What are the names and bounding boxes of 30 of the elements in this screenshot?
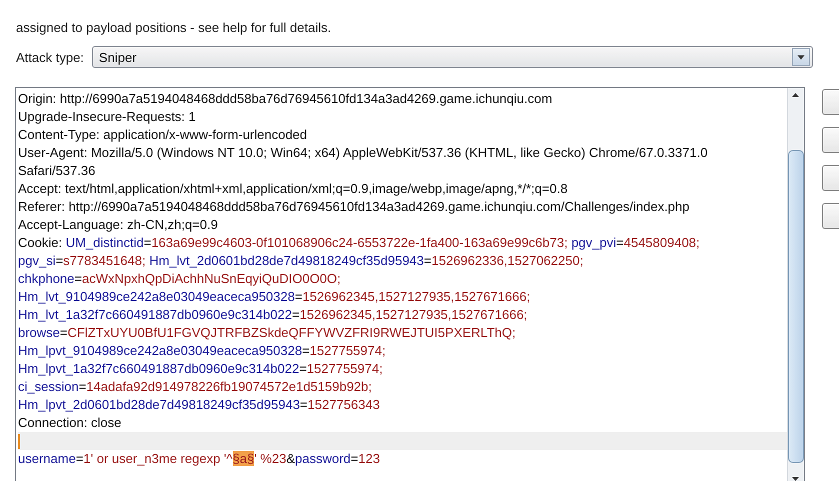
request-line: Hm_lpvt_1a32f7c660491887db0960e9c314b022=1527755974; [18, 360, 384, 378]
request-line: ci_session=14adafa92d914978226fb19074572e1d5159b92b; [18, 378, 373, 396]
request-line: Safari/537.36 [18, 162, 96, 180]
intro-text: assigned to payload positions - see help for full details. [15, 19, 332, 37]
request-line: Hm_lvt_1a32f7c660491887db0960e9c314b022=1526962345,1527127935,1527671666; [18, 306, 528, 324]
request-line: Hm_lvt_9104989ce242a8e03049eaceca950328=1526962345,1527127935,1527671666; [18, 288, 532, 306]
request-line: browse=CFlZTxUYU0BfU1FGVQJTRFBZSkdeQFFYWVZFRI9RWEJTUI5PXERLThQ; [18, 324, 517, 342]
request-line: Hm_lpvt_2d0601bd28de7d49818249cf35d95943=1527756343 [18, 396, 381, 414]
text-cursor [18, 434, 20, 448]
request-line: Upgrade-Insecure-Requests: 1 [18, 108, 197, 126]
request-line: Cookie: UM_distinctid=163a69e99c4603-0f101068906c24-6553722e-1fa400-163a69e99c6b73; pgv_pvi=4545809408; [18, 234, 701, 252]
request-line: Referer: http://6990a7a5194048468ddd58ba76d76945610fd134a3ad4269.game.ichunqiu.com/Challenges/index.php [18, 198, 690, 216]
request-line: Content-Type: application/x-www-form-urlencoded [18, 126, 308, 144]
request-line: User-Agent: Mozilla/5.0 (Windows NT 10.0; Win64; x64) AppleWebKit/537.36 (KHTML, like Gecko) Chrome/67.0.3371.0 [18, 144, 709, 162]
side-button[interactable] [822, 165, 839, 191]
attack-type-label: Attack type: [16, 50, 84, 64]
request-line: Accept: text/html,application/xhtml+xml,application/xml;q=0.9,image/webp,image/apng,*/*;q=0.8 [18, 180, 569, 198]
request-line: pgv_si=s7783451648; Hm_lvt_2d0601bd28de7d49818249cf35d95943=1526962336,1527062250; [18, 252, 584, 270]
request-line: chkphone=acWxNpxhQpDiAchhNuSnEqyiQuDIO0O0O; [18, 270, 342, 288]
attack-type-dropdown[interactable]: Sniper [92, 46, 813, 68]
request-line: username=1' or user_n3me regexp '^§a§' %23&password=123 [18, 450, 381, 468]
side-button[interactable] [822, 127, 839, 153]
request-line: Hm_lpvt_9104989ce242a8e03049eaceca950328=1527755974; [18, 342, 387, 360]
request-line: Accept-Language: zh-CN,zh;q=0.9 [18, 216, 219, 234]
side-button[interactable] [822, 203, 839, 229]
request-line: Origin: http://6990a7a5194048468ddd58ba76d76945610fd134a3ad4269.game.ichunqiu.com [18, 90, 554, 108]
vertical-scrollbar[interactable] [787, 88, 804, 481]
side-button[interactable] [822, 89, 839, 115]
scrollbar-thumb[interactable] [788, 150, 804, 463]
request-line: Connection: close [18, 414, 122, 432]
